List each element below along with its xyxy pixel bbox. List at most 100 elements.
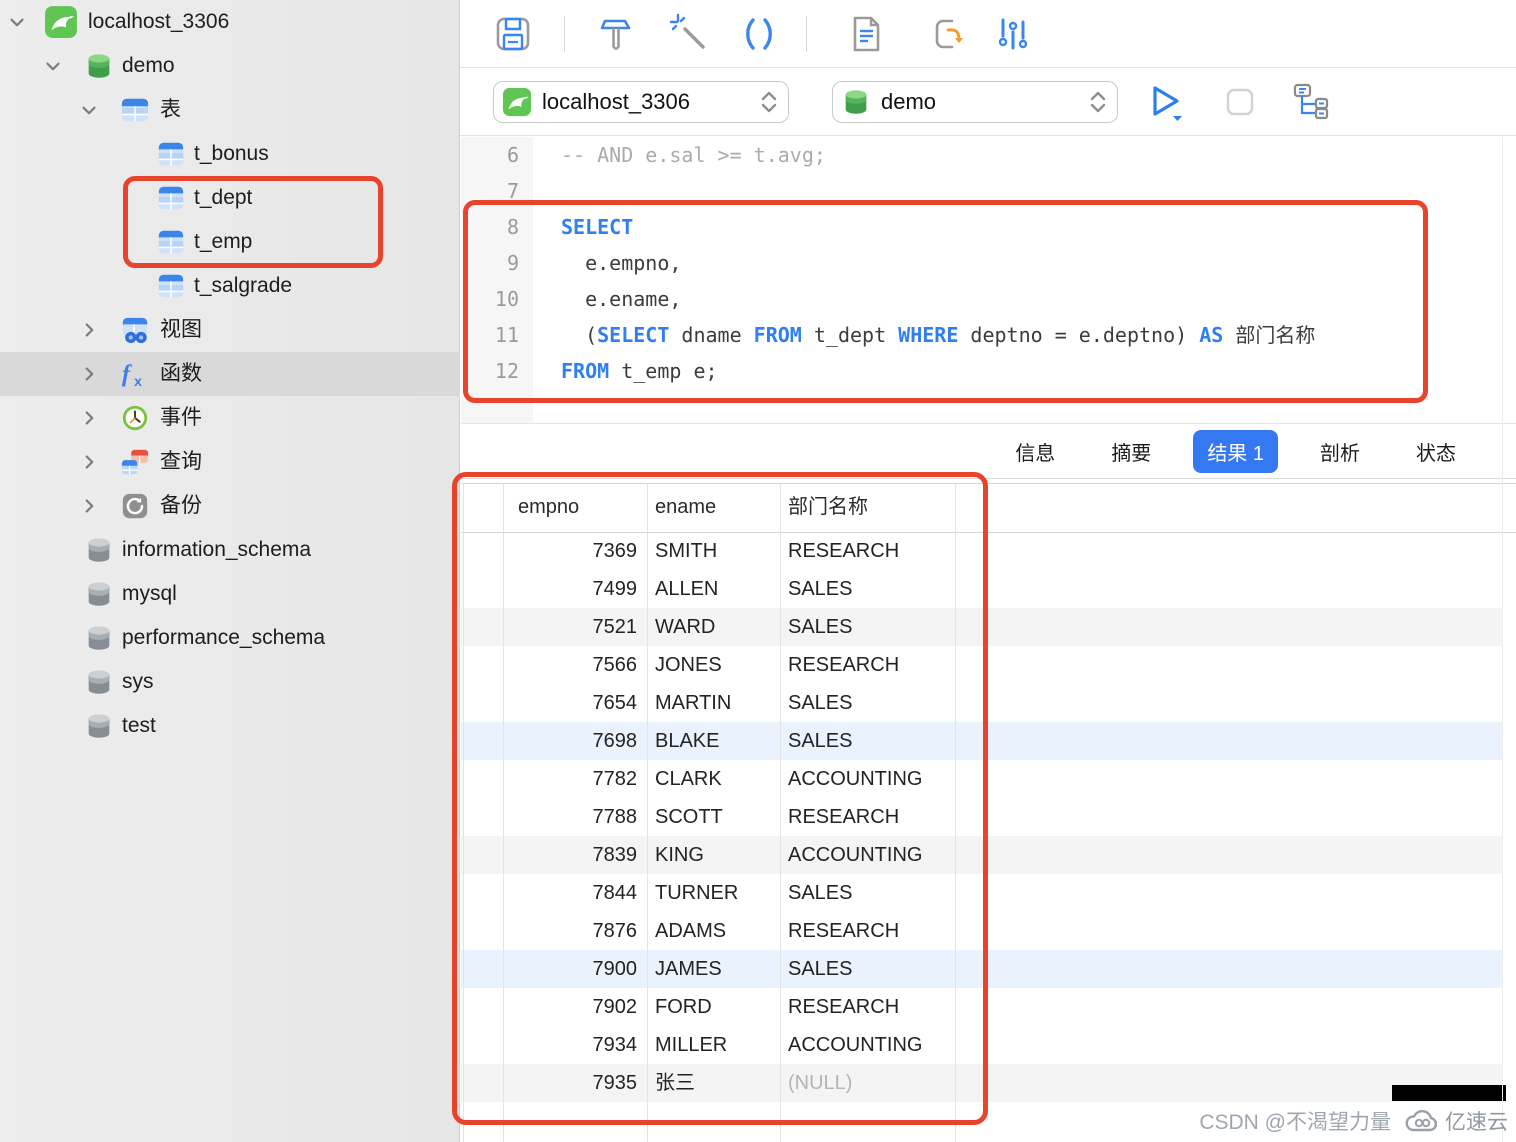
result-tab-剖析[interactable]: 剖析	[1306, 430, 1374, 473]
sidebar-item-表[interactable]: 表	[0, 88, 460, 132]
cell-ename[interactable]: KING	[655, 836, 704, 874]
connection-select[interactable]: localhost_3306	[493, 81, 789, 123]
stop-checkbox[interactable]	[1226, 88, 1254, 116]
sidebar-item-localhost_3306[interactable]: localhost_3306	[0, 0, 460, 44]
chevron-right-icon[interactable]	[78, 451, 100, 473]
editor-line[interactable]: 8SELECT	[461, 209, 1516, 245]
cell-ename[interactable]: JONES	[655, 646, 722, 684]
sidebar-item-mysql[interactable]: mysql	[0, 572, 460, 616]
sidebar-item-information_schema[interactable]: information_schema	[0, 528, 460, 572]
sidebar-item-t_dept[interactable]: t_dept	[0, 176, 460, 220]
cell-ename[interactable]: FORD	[655, 988, 712, 1026]
explain-plan-button[interactable]	[1292, 82, 1332, 122]
editor-line[interactable]: 12FROM t_emp e;	[461, 353, 1516, 389]
cell-ename[interactable]: MARTIN	[655, 684, 731, 722]
cell-ename[interactable]: SCOTT	[655, 798, 723, 836]
result-grid[interactable]: empno ename 部门名称 7369 SMITH RESEARCH 7499 ALLEN…	[461, 480, 1516, 1142]
column-header-部门名称[interactable]: 部门名称	[788, 483, 868, 532]
sidebar-item-demo[interactable]: demo	[0, 44, 460, 88]
sidebar-item-备份[interactable]: 备份	[0, 484, 460, 528]
cell-dept[interactable]: SALES	[788, 950, 852, 988]
sidebar-item-test[interactable]: test	[0, 704, 460, 748]
cell-ename[interactable]: MILLER	[655, 1026, 727, 1064]
cell-ename[interactable]: JAMES	[655, 950, 722, 988]
chevron-right-icon[interactable]	[78, 495, 100, 517]
cell-ename[interactable]: SMITH	[655, 532, 717, 570]
chevron-right-icon[interactable]	[78, 407, 100, 429]
cell-empno[interactable]: 7698	[503, 722, 637, 760]
cell-ename[interactable]: WARD	[655, 608, 715, 646]
cell-empno[interactable]: 7369	[503, 532, 637, 570]
editor-line[interactable]: 6-- AND e.sal >= t.avg;	[461, 137, 1516, 173]
cell-empno[interactable]: 7844	[503, 874, 637, 912]
database-select[interactable]: demo	[832, 81, 1118, 123]
run-query-button[interactable]	[1143, 80, 1187, 124]
cell-ename[interactable]: BLAKE	[655, 722, 719, 760]
chevron-down-icon[interactable]	[78, 99, 100, 121]
cell-empno[interactable]: 7839	[503, 836, 637, 874]
beautify-icon[interactable]	[668, 12, 712, 56]
cell-dept[interactable]: SALES	[788, 570, 852, 608]
sidebar-item-sys[interactable]: sys	[0, 660, 460, 704]
column-header-ename[interactable]: ename	[655, 483, 716, 532]
cell-empno[interactable]: 7876	[503, 912, 637, 950]
cell-empno[interactable]: 7499	[503, 570, 637, 608]
cell-ename[interactable]: 张三	[655, 1064, 695, 1102]
cell-ename[interactable]: CLARK	[655, 760, 722, 798]
save-icon[interactable]	[491, 12, 535, 56]
cell-empno[interactable]: 7521	[503, 608, 637, 646]
cell-dept[interactable]: RESEARCH	[788, 912, 899, 950]
cell-empno[interactable]: 7900	[503, 950, 637, 988]
cell-dept[interactable]: SALES	[788, 684, 852, 722]
result-tab-信息[interactable]: 信息	[1001, 430, 1069, 473]
cell-empno[interactable]: 7902	[503, 988, 637, 1026]
cell-dept[interactable]: ACCOUNTING	[788, 760, 922, 798]
text-document-icon[interactable]	[844, 12, 888, 56]
cell-ename[interactable]: ADAMS	[655, 912, 726, 950]
sidebar-item-t_salgrade[interactable]: t_salgrade	[0, 264, 460, 308]
sidebar-item-事件[interactable]: 事件	[0, 396, 460, 440]
sql-editor[interactable]: 6-- AND e.sal >= t.avg;78SELECT9 e.empno…	[461, 137, 1516, 424]
cell-dept[interactable]: ACCOUNTING	[788, 836, 922, 874]
sidebar-item-t_emp[interactable]: t_emp	[0, 220, 460, 264]
sidebar-item-performance_schema[interactable]: performance_schema	[0, 616, 460, 660]
cell-dept[interactable]: RESEARCH	[788, 798, 899, 836]
parentheses-icon[interactable]	[737, 12, 781, 56]
cell-dept[interactable]: ACCOUNTING	[788, 1026, 922, 1064]
chevron-right-icon[interactable]	[78, 319, 100, 341]
format-sql-icon[interactable]	[594, 12, 638, 56]
result-tab-结果 1[interactable]: 结果 1	[1193, 430, 1278, 473]
editor-line[interactable]: 11 (SELECT dname FROM t_dept WHERE deptn…	[461, 317, 1516, 353]
cell-empno[interactable]: 7788	[503, 798, 637, 836]
sidebar-item-视图[interactable]: 视图	[0, 308, 460, 352]
sidebar-item-t_bonus[interactable]: t_bonus	[0, 132, 460, 176]
column-header-empno[interactable]: empno	[518, 483, 579, 532]
editor-line[interactable]: 7	[461, 173, 1516, 209]
table-icon	[156, 139, 186, 169]
sidebar-item-函数[interactable]: fx函数	[0, 352, 460, 396]
cell-ename[interactable]: TURNER	[655, 874, 738, 912]
cell-ename[interactable]: ALLEN	[655, 570, 718, 608]
cell-dept[interactable]: SALES	[788, 874, 852, 912]
cell-dept[interactable]: RESEARCH	[788, 646, 899, 684]
cell-dept[interactable]: RESEARCH	[788, 988, 899, 1026]
cell-empno[interactable]: 7935	[503, 1064, 637, 1102]
cell-dept[interactable]: SALES	[788, 608, 852, 646]
cell-dept[interactable]: RESEARCH	[788, 532, 899, 570]
cell-empno[interactable]: 7934	[503, 1026, 637, 1064]
cell-dept[interactable]: SALES	[788, 722, 852, 760]
analyze-icon[interactable]	[991, 12, 1035, 56]
chevron-down-icon[interactable]	[6, 11, 28, 33]
result-tab-状态[interactable]: 状态	[1402, 430, 1470, 473]
chevron-right-icon[interactable]	[78, 363, 100, 385]
cell-empno[interactable]: 7566	[503, 646, 637, 684]
cell-empno[interactable]: 7782	[503, 760, 637, 798]
editor-line[interactable]: 9 e.empno,	[461, 245, 1516, 281]
sidebar-item-查询[interactable]: 查询	[0, 440, 460, 484]
chevron-down-icon[interactable]	[42, 55, 64, 77]
editor-line[interactable]: 10 e.ename,	[461, 281, 1516, 317]
cell-empno[interactable]: 7654	[503, 684, 637, 722]
cell-dept[interactable]: (NULL)	[788, 1064, 852, 1102]
result-tab-摘要[interactable]: 摘要	[1097, 430, 1165, 473]
export-result-icon[interactable]	[928, 12, 972, 56]
